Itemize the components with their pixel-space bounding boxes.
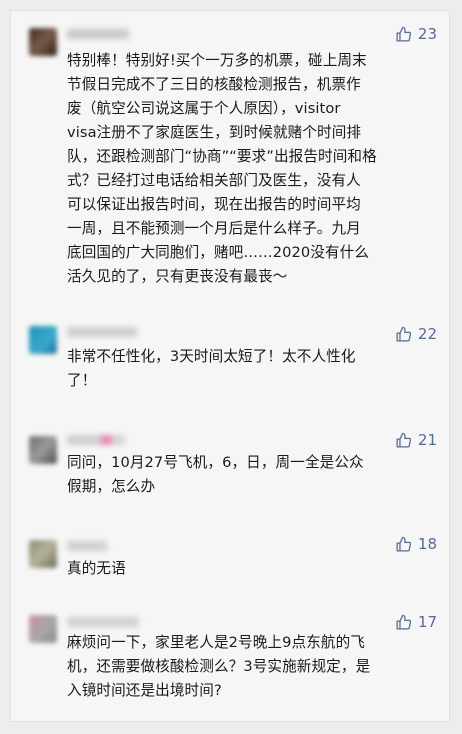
thumbs-up-icon: [396, 326, 412, 342]
like-button[interactable]: 21: [395, 431, 437, 449]
thumbs-up-icon: [396, 26, 412, 42]
like-count: 22: [417, 325, 437, 343]
comment-text: 同问，10月27号飞机，6，日，周一全是公众 假期，怎么办: [67, 454, 364, 495]
comments-panel: 23 特别棒！特别好!买个一万多的机票，碰上周末 节假日完成不了三日的核酸检测报…: [10, 10, 450, 722]
like-button[interactable]: 22: [395, 325, 437, 343]
commenter-name[interactable]: [67, 435, 125, 445]
comment-text: 麻烦问一下，家里老人是2号晚上9点东航的飞 机，还需要做核酸检测么？3号实施新规…: [67, 634, 371, 699]
like-count: 17: [417, 613, 437, 631]
commenter-name[interactable]: [67, 541, 107, 551]
comment-text: 特别棒！特别好!买个一万多的机票，碰上周末 节假日完成不了三日的核酸检测报告，机…: [67, 52, 377, 285]
commenter-name[interactable]: [67, 617, 139, 627]
avatar[interactable]: [29, 615, 57, 643]
comment-text: 真的无语: [67, 560, 126, 577]
thumbs-up-icon: [396, 614, 412, 630]
thumbs-up-icon: [396, 536, 412, 552]
like-button[interactable]: 18: [395, 535, 437, 553]
avatar[interactable]: [29, 326, 57, 354]
like-button[interactable]: 17: [395, 613, 437, 631]
like-count: 18: [417, 535, 437, 553]
like-count: 23: [417, 25, 437, 43]
commenter-name[interactable]: [67, 29, 129, 39]
commenter-name[interactable]: [67, 327, 137, 337]
avatar[interactable]: [29, 436, 57, 464]
thumbs-up-icon: [396, 432, 412, 448]
like-button[interactable]: 23: [395, 25, 437, 43]
avatar[interactable]: [29, 540, 57, 568]
like-count: 21: [417, 431, 437, 449]
avatar[interactable]: [29, 28, 57, 56]
comment-text: 非常不任性化，3天时间太短了！太不人性化 了！: [67, 348, 356, 389]
